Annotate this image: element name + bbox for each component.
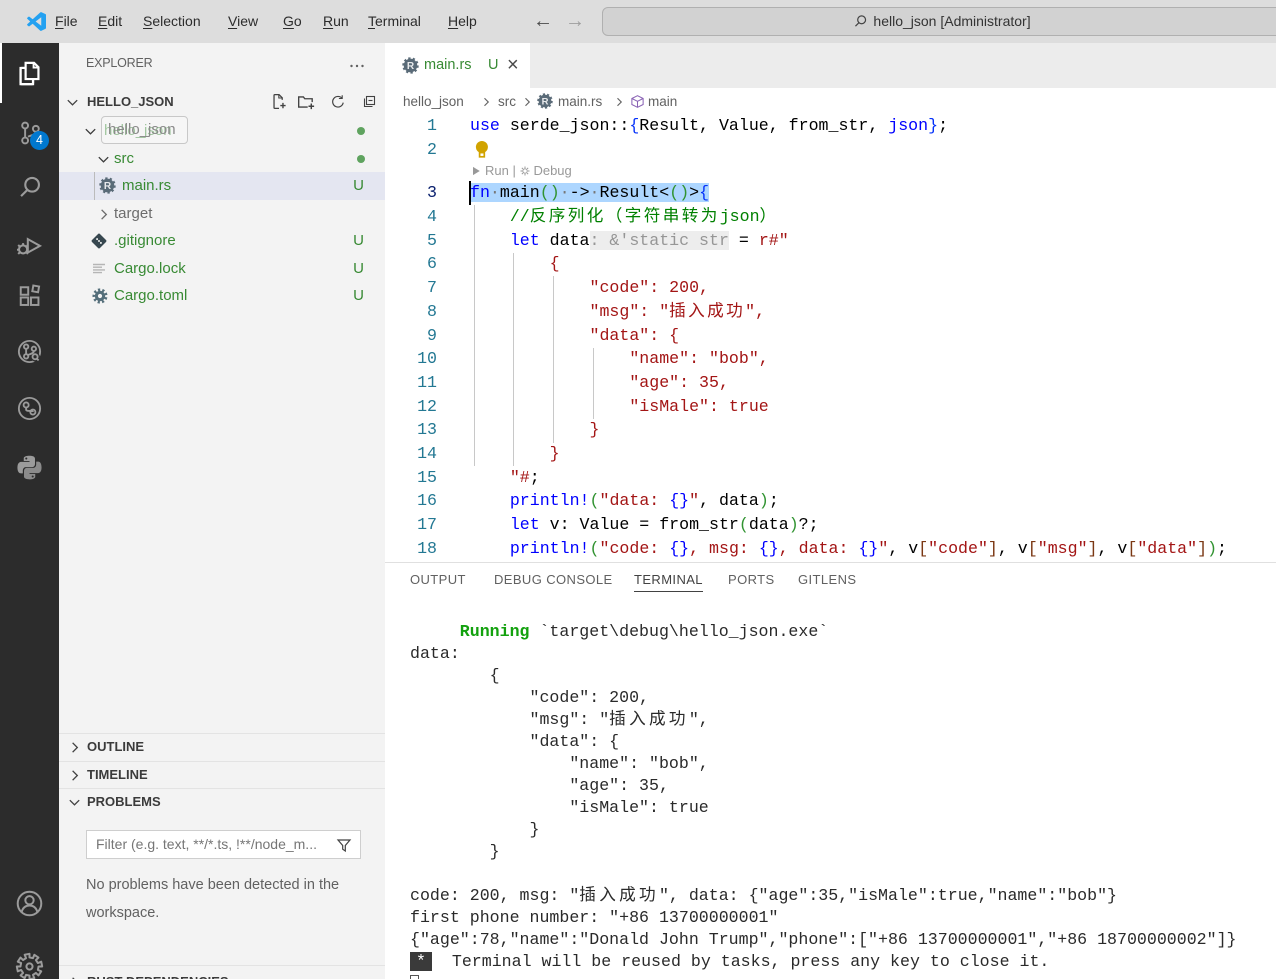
svg-text:R: R [407,61,415,72]
svg-text:R: R [104,181,112,192]
svg-text:R: R [542,96,549,107]
